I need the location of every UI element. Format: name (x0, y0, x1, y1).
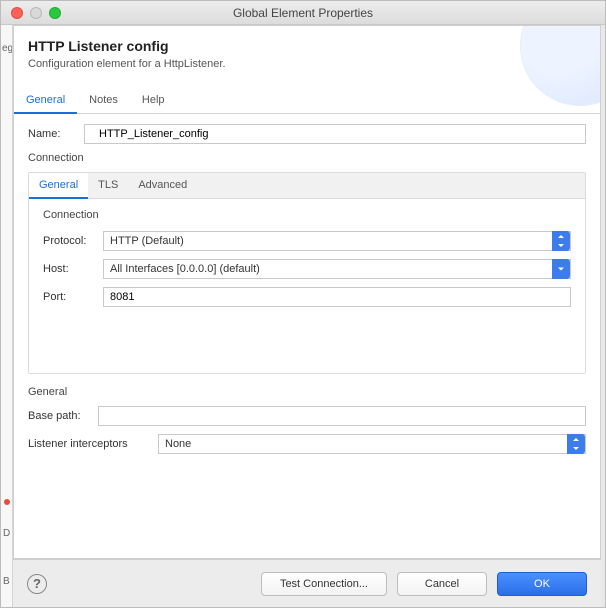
minimize-icon (30, 7, 42, 19)
dialog-heading: HTTP Listener config (28, 38, 586, 54)
dialog-header: HTTP Listener config Configuration eleme… (14, 26, 600, 80)
connection-panel-body: Connection Protocol: HTTP (Default) Host… (29, 199, 585, 373)
status-dot-icon (4, 499, 10, 505)
general-group-label: General (28, 386, 586, 398)
cancel-button[interactable]: Cancel (397, 572, 487, 596)
connection-subtitle: Connection (43, 209, 571, 221)
interceptors-select[interactable]: None (158, 434, 586, 454)
name-label: Name: (28, 128, 84, 140)
protocol-value: HTTP (Default) (110, 235, 184, 247)
dialog-footer: ? Test Connection... Cancel OK (13, 559, 601, 607)
window-controls (1, 7, 61, 19)
dialog-window: Global Element Properties eg D B HTTP Li… (0, 0, 606, 608)
top-tabs: General Notes Help (14, 80, 600, 114)
connection-section-label: Connection (28, 152, 586, 164)
dialog-content: HTTP Listener config Configuration eleme… (13, 25, 601, 559)
protocol-arrow-icon (552, 231, 570, 251)
window-title: Global Element Properties (1, 6, 605, 20)
port-input[interactable] (103, 287, 571, 307)
ok-button[interactable]: OK (497, 572, 587, 596)
panel-spacer (43, 315, 571, 355)
help-icon[interactable]: ? (27, 574, 47, 594)
zoom-icon[interactable] (49, 7, 61, 19)
name-input-wrap: 🔗 (84, 124, 586, 144)
inner-tab-general[interactable]: General (29, 173, 88, 199)
port-label: Port: (43, 291, 103, 303)
basepath-label: Base path: (28, 410, 98, 422)
close-icon[interactable] (11, 7, 23, 19)
host-arrow-icon (552, 259, 570, 279)
interceptors-value: None (165, 438, 191, 450)
inner-tab-tls[interactable]: TLS (88, 173, 128, 198)
name-input[interactable] (84, 124, 586, 144)
host-label: Host: (43, 263, 103, 275)
connection-panel: General TLS Advanced Connection Protocol… (28, 172, 586, 374)
titlebar: Global Element Properties (1, 1, 605, 25)
test-connection-button[interactable]: Test Connection... (261, 572, 387, 596)
row-protocol: Protocol: HTTP (Default) (43, 231, 571, 251)
host-combo[interactable]: All Interfaces [0.0.0.0] (default) (103, 259, 571, 279)
name-row: Name: 🔗 (28, 124, 586, 144)
row-port: Port: (43, 287, 571, 307)
left-hint-text: eg (1, 43, 12, 54)
basepath-input[interactable] (98, 406, 586, 426)
row-basepath: Base path: (28, 406, 586, 426)
protocol-select[interactable]: HTTP (Default) (103, 231, 571, 251)
tab-help[interactable]: Help (130, 88, 177, 113)
left-hint-d: D (3, 528, 10, 539)
left-hint-b: B (3, 576, 10, 587)
row-host: Host: All Interfaces [0.0.0.0] (default) (43, 259, 571, 279)
tab-notes[interactable]: Notes (77, 88, 130, 113)
left-edge-slice: eg D B (1, 25, 13, 607)
tab-body-general: Name: 🔗 Connection General TLS Advanced … (14, 114, 600, 558)
interceptors-arrow-icon (567, 434, 585, 454)
dialog-subheading: Configuration element for a HttpListener… (28, 58, 586, 70)
protocol-label: Protocol: (43, 235, 103, 247)
tab-general[interactable]: General (14, 88, 77, 114)
row-interceptors: Listener interceptors None (28, 434, 586, 454)
inner-tab-advanced[interactable]: Advanced (128, 173, 197, 198)
host-value: All Interfaces [0.0.0.0] (default) (110, 263, 260, 275)
interceptors-label: Listener interceptors (28, 438, 158, 450)
connection-inner-tabs: General TLS Advanced (29, 173, 585, 199)
